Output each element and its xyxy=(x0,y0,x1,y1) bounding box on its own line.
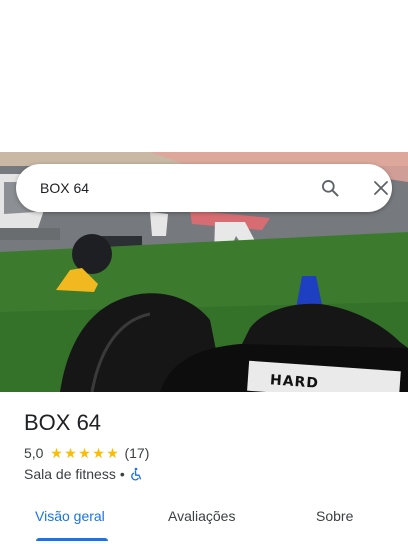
tab-about[interactable]: Sobre xyxy=(316,508,353,524)
star-icon: ★ xyxy=(64,445,77,461)
place-title: BOX 64 xyxy=(24,410,102,435)
tab-reviews[interactable]: Avaliações xyxy=(168,508,235,524)
map-blank-area xyxy=(0,0,408,152)
place-info-panel: BOX 64 5,0 ★ ★ ★ ★ ★ (17) Sala de fitness • … xyxy=(0,392,408,544)
search-bar[interactable] xyxy=(16,164,392,212)
search-icon[interactable] xyxy=(318,176,342,200)
close-icon[interactable] xyxy=(369,176,393,200)
separator-dot: • xyxy=(119,466,125,482)
search-input[interactable] xyxy=(40,178,290,198)
place-tabs: Visão geral Avaliações Sobre xyxy=(0,496,408,544)
wheelchair-icon[interactable] xyxy=(129,467,143,481)
star-icon: ★ xyxy=(78,445,91,461)
rating-row[interactable]: 5,0 ★ ★ ★ ★ ★ (17) xyxy=(24,445,149,461)
place-category: Sala de fitness xyxy=(24,466,116,482)
review-count[interactable]: (17) xyxy=(124,445,149,461)
tab-overview[interactable]: Visão geral xyxy=(35,508,105,524)
star-icon: ★ xyxy=(106,445,119,461)
category-row: Sala de fitness • xyxy=(24,466,143,482)
star-icon: ★ xyxy=(50,445,63,461)
rating-value: 5,0 xyxy=(24,445,44,461)
bag-label-text: HARD xyxy=(269,372,320,392)
star-icon: ★ xyxy=(92,445,105,461)
active-tab-indicator xyxy=(36,538,108,541)
star-rating: ★ ★ ★ ★ ★ xyxy=(49,446,119,460)
